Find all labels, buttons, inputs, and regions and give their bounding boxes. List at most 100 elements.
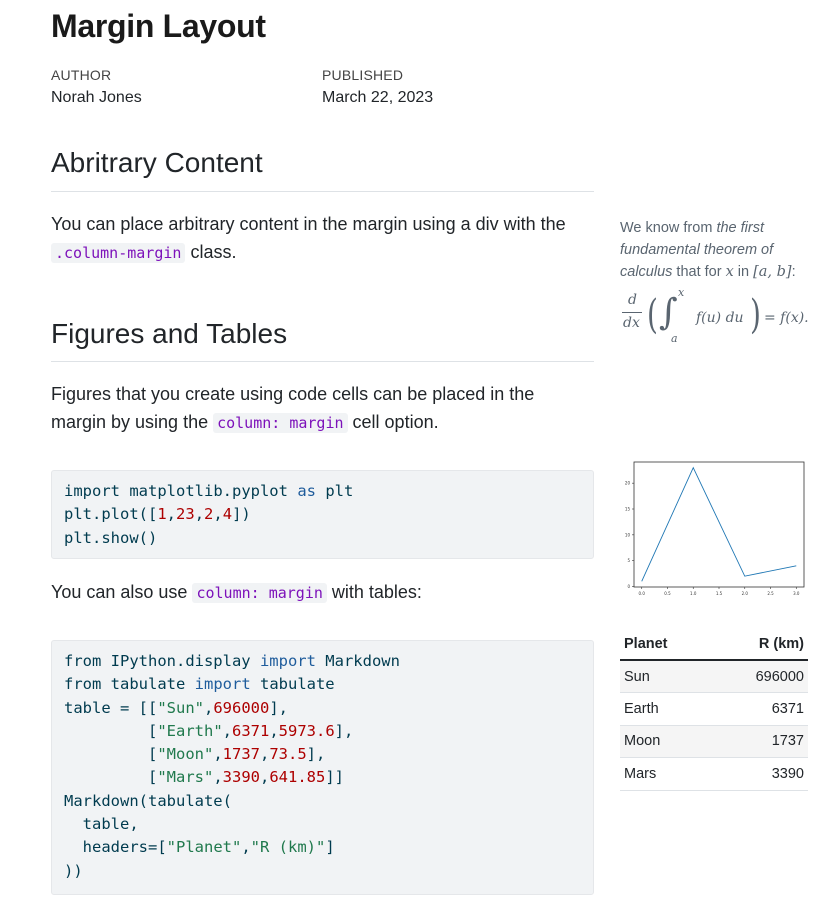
code-token: headers=[ [64,838,167,857]
code-number: 1737 [222,745,260,764]
table-header-row: Planet R (km) [620,632,808,661]
arbitrary-paragraph: You can place arbitrary content in the m… [51,210,596,267]
author-label: AUTHOR [51,67,112,83]
code-number: 696000 [213,698,270,717]
code-number: 4 [222,505,233,524]
code-number: 641.85 [269,768,326,787]
planet-radius: 1737 [709,725,808,758]
math-variable: x [725,264,734,280]
code-token: plt [315,482,354,500]
x-tick-label: 0.5 [664,591,671,596]
integrand: f(u) du [696,310,744,326]
code-token: )) [64,861,83,880]
equation-dx: dx [623,315,640,331]
planet-name: Mars [620,757,710,791]
figures-text: margin by using the [51,412,214,432]
section-divider [51,191,594,192]
figures-text-end: cell option. [347,412,439,432]
arbitrary-text: You can place arbitrary content in the m… [51,214,566,234]
code-token: import [64,482,120,500]
code-token: plt.plot([ [64,505,158,524]
code-number: 23 [176,505,195,524]
paren-close: ) [750,292,761,338]
code-block-matplotlib[interactable]: import matplotlib.pyplot as plt plt.plot… [51,470,594,559]
x-tick-label: 1.5 [716,591,723,596]
math-interval: [a, b] [753,264,792,280]
arbitrary-text-end: class. [185,242,237,262]
table-row: Earth 6371 [620,692,808,726]
code-token: ] [325,838,335,857]
code-block-tabulate[interactable]: from IPython.display import Markdown fro… [51,640,594,895]
code-number: 6371 [232,721,270,740]
fraction-bar [622,312,642,313]
paren-open: ( [647,292,658,338]
planet-table: Planet R (km) Sun 696000 Earth 6371 Moon… [620,632,808,791]
code-token: from [64,652,102,670]
margin-note: We know from the first fundamental theor… [620,217,810,283]
margin-note-text: We know from [620,220,717,236]
y-tick-label: 20 [625,481,631,486]
integral-sign: ∫ [659,292,678,333]
column-header-radius: R (km) [709,632,808,661]
code-token: table, [64,815,139,834]
code-token: tabulate [101,675,195,694]
section-heading-arbitrary-content: Abritrary Content [51,147,263,178]
published-label: PUBLISHED [322,67,404,83]
code-token: plt.show() [64,528,158,547]
margin-line-chart: 0 5 10 15 20 0.0 0.5 1.0 1.5 2.0 2.5 3.0 [625,461,805,596]
code-string: "Earth" [157,721,223,740]
author-name: Norah Jones [51,89,142,106]
table-row: Mars 3390 [620,757,808,791]
code-number: 5973.6 [278,721,335,740]
code-token: Markdown [315,652,400,670]
planet-name: Earth [620,692,710,726]
table-row: Sun 696000 [620,660,808,693]
code-token: Markdown(tabulate( [64,791,232,810]
tables-text-end: with tables: [326,582,422,602]
inline-code-column-margin-option: column: margin [213,413,348,433]
code-token: tabulate [250,675,335,694]
code-token: ]) [232,505,251,524]
planet-name: Moon [620,725,710,758]
planet-radius: 6371 [709,692,808,726]
x-tick-label: 1.0 [690,591,697,596]
margin-note-text: : [791,264,796,280]
figures-text-line1: Figures that you create using code cells… [51,384,535,404]
inline-code-column-margin: .column-margin [51,243,186,263]
inline-code-column-margin-tables: column: margin [192,583,327,603]
section-divider [51,361,594,362]
equation: d dx ( ∫ x a f(u) du ) = f(x). [620,286,830,352]
x-tick-label: 3.0 [793,591,800,596]
code-token: table = [[ [64,698,158,717]
y-tick-label: 15 [625,507,631,512]
tables-text: You can also use [51,582,193,602]
code-string: "R (km)" [250,838,326,857]
code-number: 3390 [222,768,260,787]
integral-upper: x [678,286,685,299]
code-token: as [297,482,316,500]
y-tick-label: 0 [627,584,630,589]
integral-lower: a [671,332,678,345]
series-line [641,466,797,582]
code-token: import [194,675,251,694]
code-string: "Planet" [166,838,242,857]
code-token: IPython.display [101,652,260,670]
equation-rhs: = f(x). [764,310,809,326]
section-heading-figures-tables: Figures and Tables [51,318,288,349]
planet-radius: 3390 [709,757,808,791]
plot-frame [633,461,805,588]
margin-note-text: that for [672,264,726,280]
x-tick-label: 2.0 [742,591,749,596]
code-number: 2 [204,505,214,524]
y-tick-label: 10 [625,532,631,537]
margin-note-text: in [733,264,754,280]
figures-paragraph: Figures that you create using code cells… [51,380,596,437]
planet-name: Sun [620,660,710,693]
page-title: Margin Layout [51,8,266,44]
published-date: March 22, 2023 [322,89,434,106]
y-tick-label: 5 [627,558,630,563]
code-string: "Sun" [157,698,204,717]
column-header-planet: Planet [620,632,710,661]
code-token: import [259,652,316,670]
tables-paragraph: You can also use column: margin with tab… [51,578,596,607]
